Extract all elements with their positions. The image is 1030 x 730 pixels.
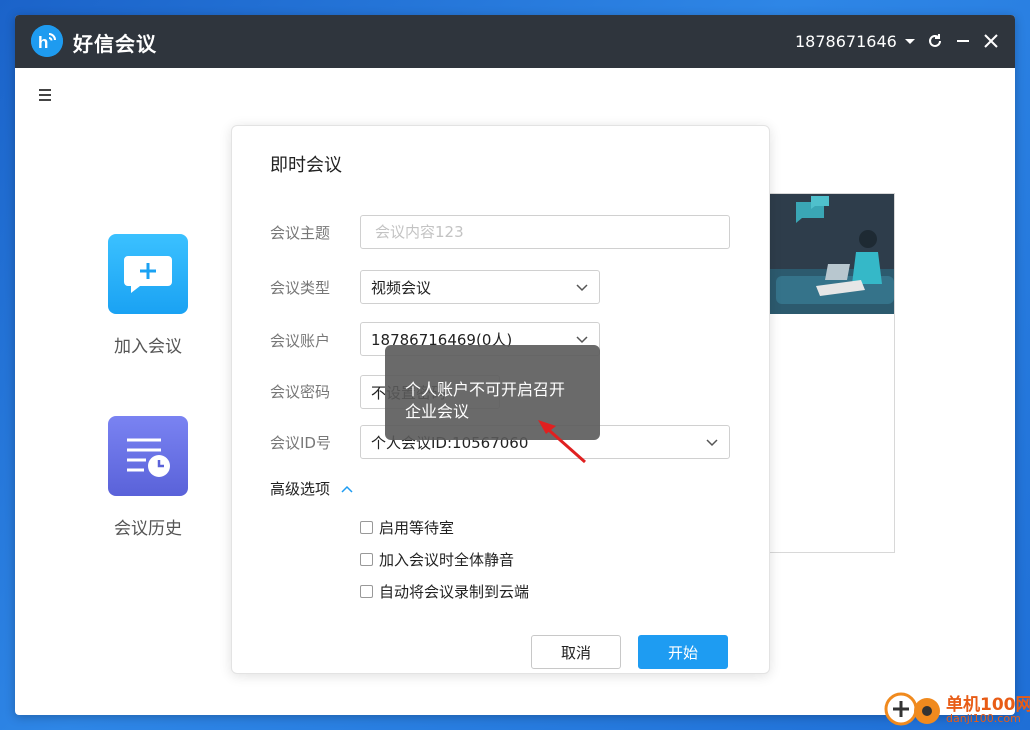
start-button[interactable]: 开始 bbox=[638, 635, 728, 669]
chevron-down-icon bbox=[575, 280, 589, 294]
chat-plus-icon bbox=[124, 256, 172, 293]
illustration-image bbox=[756, 194, 894, 314]
topic-input[interactable] bbox=[360, 215, 730, 249]
meeting-history-button[interactable] bbox=[108, 416, 188, 496]
mute-all-checkbox[interactable] bbox=[360, 553, 373, 566]
chevron-down-icon bbox=[575, 332, 589, 346]
chevron-down-icon bbox=[705, 435, 719, 449]
topic-label: 会议主题 bbox=[270, 224, 331, 242]
watermark: 单机100网 danji100.com bbox=[880, 688, 1030, 730]
history-list-icon bbox=[127, 438, 170, 477]
cloud-record-label: 自动将会议录制到云端 bbox=[379, 583, 530, 601]
app-title: 好信会议 bbox=[73, 32, 157, 56]
dialog-title: 即时会议 bbox=[270, 155, 342, 176]
tooltip-line-1: 个人账户不可开启召开 bbox=[405, 380, 566, 399]
waiting-room-option[interactable]: 启用等待室 bbox=[360, 517, 454, 538]
minimize-icon[interactable] bbox=[953, 31, 973, 51]
meeting-type-select[interactable]: 视频会议 bbox=[360, 270, 600, 304]
password-label: 会议密码 bbox=[270, 383, 331, 401]
title-bar: h 好信会议 1878671646 bbox=[15, 15, 1015, 68]
svg-text:h: h bbox=[38, 33, 48, 52]
account-dropdown[interactable]: 1878671646 bbox=[795, 32, 915, 51]
waiting-room-label: 启用等待室 bbox=[379, 519, 455, 537]
app-logo-icon: h bbox=[31, 25, 63, 57]
join-meeting-label: 加入会议 bbox=[114, 337, 182, 357]
join-meeting-button[interactable] bbox=[108, 234, 188, 314]
watermark-logo-icon bbox=[883, 691, 943, 727]
waiting-room-checkbox[interactable] bbox=[360, 521, 373, 534]
chevron-up-icon bbox=[340, 482, 354, 496]
watermark-domain: danji100.com bbox=[946, 712, 1021, 725]
cancel-button[interactable]: 取消 bbox=[531, 635, 621, 669]
cloud-record-checkbox[interactable] bbox=[360, 585, 373, 598]
cloud-record-option[interactable]: 自动将会议录制到云端 bbox=[360, 581, 529, 602]
mute-all-label: 加入会议时全体静音 bbox=[379, 551, 515, 569]
meeting-id-label: 会议ID号 bbox=[270, 434, 331, 452]
close-icon[interactable] bbox=[981, 31, 1001, 51]
account-label: 会议账户 bbox=[270, 332, 331, 350]
account-number: 1878671646 bbox=[795, 32, 897, 51]
meeting-history-label: 会议历史 bbox=[114, 519, 182, 539]
red-arrow-annotation bbox=[530, 412, 590, 467]
advanced-options-toggle[interactable]: 高级选项 bbox=[270, 478, 354, 499]
caret-down-icon bbox=[904, 39, 915, 44]
background-card bbox=[755, 193, 895, 553]
hamburger-menu-icon[interactable] bbox=[39, 89, 55, 105]
advanced-options-label: 高级选项 bbox=[270, 480, 331, 498]
refresh-icon[interactable] bbox=[925, 31, 945, 51]
type-label: 会议类型 bbox=[270, 279, 331, 297]
mute-all-option[interactable]: 加入会议时全体静音 bbox=[360, 549, 514, 570]
meeting-type-value: 视频会议 bbox=[371, 278, 432, 297]
